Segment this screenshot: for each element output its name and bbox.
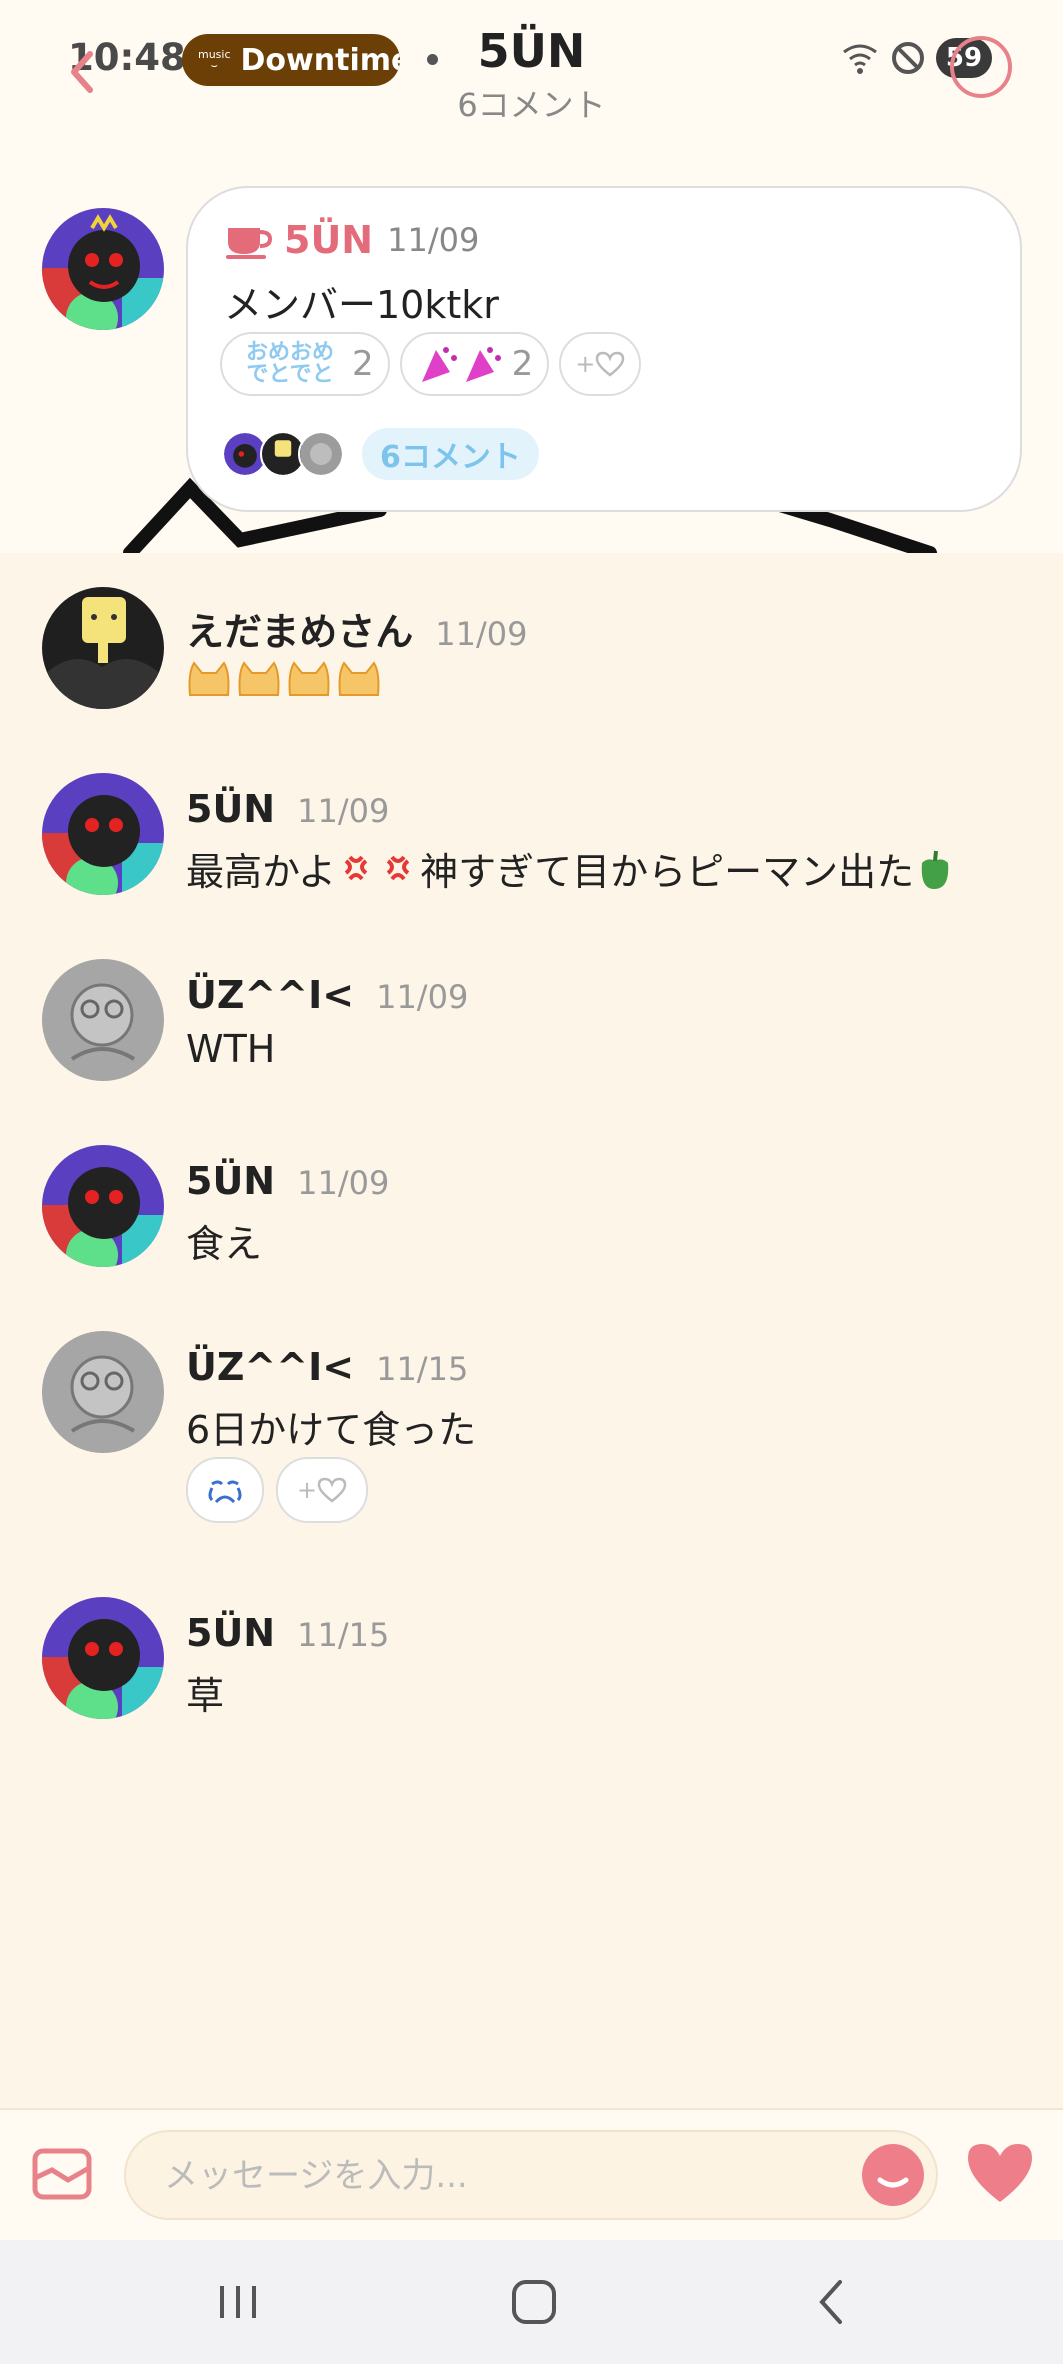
party-popper-icon bbox=[421, 347, 501, 382]
avatar[interactable] bbox=[42, 1145, 164, 1267]
post-author[interactable]: 5ÜN bbox=[284, 218, 373, 262]
reaction-omeome[interactable]: おめおめでとでと 2 bbox=[220, 332, 390, 396]
image-attach-icon[interactable] bbox=[32, 2148, 92, 2200]
recent-apps-icon[interactable] bbox=[198, 2270, 278, 2334]
post-text: メンバー10ktkr bbox=[224, 283, 499, 327]
smile-icon bbox=[877, 2177, 909, 2188]
message-input[interactable] bbox=[164, 2150, 844, 2202]
post-header-area: 10:48 music ⌣ Downtime 5ÜN 6コメント 59 5ÜN … bbox=[0, 0, 1063, 553]
comment-text: 最高かよ 神すぎて目からピーマン出た bbox=[186, 841, 956, 896]
omeome-stamp: おめおめでとでと bbox=[245, 340, 334, 387]
comment-text: WTH bbox=[186, 1027, 276, 1071]
anger-symbol-icon bbox=[344, 855, 410, 880]
avatar bbox=[298, 431, 344, 477]
back-icon[interactable] bbox=[792, 2270, 872, 2334]
comment-date: 11/09 bbox=[297, 1164, 390, 1202]
comment-date: 11/09 bbox=[297, 792, 390, 830]
avatar[interactable] bbox=[42, 773, 164, 895]
comment-date: 11/15 bbox=[297, 1616, 390, 1654]
comment-text: 6日かけて食った bbox=[186, 1408, 477, 1452]
comment-author[interactable]: ÜZ^^I< bbox=[186, 1345, 354, 1389]
author-avatar[interactable] bbox=[42, 208, 164, 330]
post-reactions: おめおめでとでと 2 2 + bbox=[220, 332, 642, 396]
comment-date: 11/09 bbox=[376, 978, 469, 1016]
comment-count-button[interactable]: 6コメント bbox=[362, 428, 539, 480]
do-not-disturb-icon bbox=[892, 42, 924, 74]
avatar[interactable] bbox=[42, 959, 164, 1081]
page-subtitle: 6コメント bbox=[457, 86, 606, 124]
post-card[interactable]: 5ÜN 11/09 メンバー10ktkr おめおめでとでと 2 2 + 6コメン… bbox=[186, 186, 1022, 512]
heart-outline-icon bbox=[317, 1477, 347, 1503]
cup-icon bbox=[226, 228, 273, 259]
crying-face-icon bbox=[208, 1480, 242, 1504]
reaction-party[interactable]: 2 bbox=[399, 332, 550, 396]
avatar[interactable] bbox=[42, 587, 164, 709]
comment-author[interactable]: えだまめさん bbox=[186, 601, 413, 656]
avatar[interactable] bbox=[42, 1597, 164, 1719]
comment-author[interactable]: 5ÜN bbox=[186, 1159, 275, 1203]
message-input-bar bbox=[0, 2108, 1063, 2240]
heart-icon[interactable] bbox=[964, 2140, 1036, 2206]
heart-outline-icon bbox=[596, 351, 625, 377]
comment-author[interactable]: 5ÜN bbox=[186, 787, 275, 831]
comment-text: 食え bbox=[186, 1222, 263, 1266]
comment-author[interactable]: 5ÜN bbox=[186, 1611, 275, 1655]
system-nav-bar bbox=[0, 2240, 1063, 2364]
bell-pepper-icon bbox=[921, 850, 949, 889]
avatar[interactable] bbox=[42, 1331, 164, 1453]
comment-date: 11/09 bbox=[435, 615, 528, 653]
reaction-crying[interactable] bbox=[186, 1457, 264, 1523]
add-reaction-button[interactable]: + bbox=[276, 1457, 368, 1523]
wifi-icon bbox=[843, 44, 877, 74]
cat-face-icon bbox=[188, 661, 380, 696]
home-icon[interactable] bbox=[494, 2270, 574, 2334]
more-options-button[interactable] bbox=[950, 36, 1012, 98]
comment-author[interactable]: ÜZ^^I< bbox=[186, 973, 354, 1017]
comment-date: 11/15 bbox=[376, 1350, 469, 1388]
commenter-avatars bbox=[222, 431, 344, 477]
emoji-button[interactable] bbox=[862, 2144, 924, 2206]
reaction-count: 2 bbox=[352, 344, 374, 384]
comment-text: 草 bbox=[186, 1674, 225, 1718]
comment-reactions: + bbox=[186, 1457, 368, 1523]
add-reaction-button[interactable]: + bbox=[559, 332, 642, 396]
reaction-count: 2 bbox=[511, 344, 534, 384]
post-date: 11/09 bbox=[387, 221, 480, 259]
comment-emoji-row bbox=[186, 655, 386, 699]
message-field[interactable] bbox=[124, 2130, 938, 2220]
